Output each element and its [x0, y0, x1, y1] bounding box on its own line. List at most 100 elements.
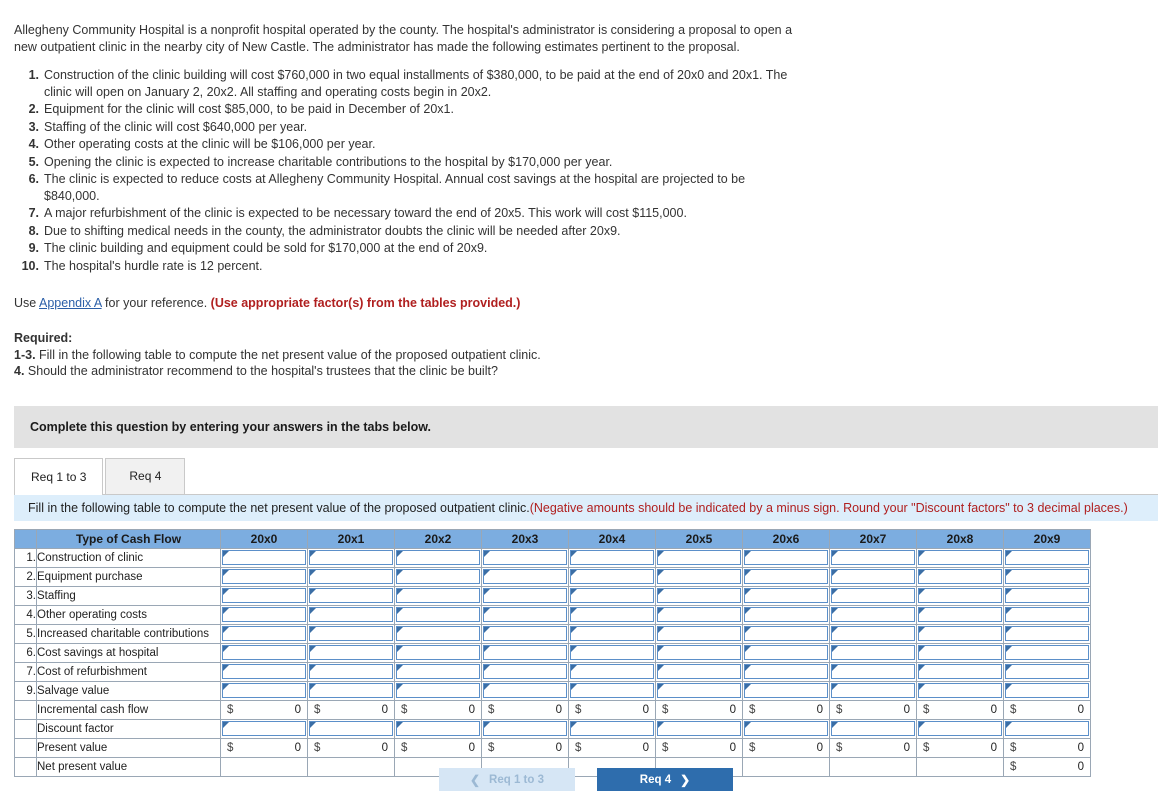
- input-cell[interactable]: [655, 566, 743, 587]
- cell-input[interactable]: [744, 664, 828, 679]
- input-cell[interactable]: [655, 642, 743, 663]
- input-cell[interactable]: [1003, 661, 1091, 682]
- input-cell[interactable]: [655, 585, 743, 606]
- cell-input[interactable]: [222, 721, 306, 736]
- input-cell[interactable]: [1003, 718, 1091, 739]
- cell-input[interactable]: [309, 683, 393, 698]
- input-cell[interactable]: [1003, 680, 1091, 701]
- input-cell[interactable]: [220, 642, 308, 663]
- cell-input[interactable]: [483, 626, 567, 641]
- input-cell[interactable]: [916, 604, 1004, 625]
- cell-input[interactable]: [657, 645, 741, 660]
- cell-input[interactable]: [1005, 721, 1089, 736]
- input-cell[interactable]: [916, 642, 1004, 663]
- input-cell[interactable]: [220, 661, 308, 682]
- cell-input[interactable]: [744, 683, 828, 698]
- input-cell[interactable]: [742, 642, 830, 663]
- cell-input[interactable]: [657, 588, 741, 603]
- cell-input[interactable]: [222, 626, 306, 641]
- input-cell[interactable]: [220, 585, 308, 606]
- cell-input[interactable]: [1005, 569, 1089, 584]
- cell-input[interactable]: [570, 683, 654, 698]
- input-cell[interactable]: [394, 585, 482, 606]
- cell-input[interactable]: [570, 721, 654, 736]
- cell-input[interactable]: [396, 607, 480, 622]
- input-cell[interactable]: [742, 566, 830, 587]
- input-cell[interactable]: [568, 585, 656, 606]
- cell-input[interactable]: [309, 550, 393, 565]
- input-cell[interactable]: [829, 718, 917, 739]
- input-cell[interactable]: [829, 585, 917, 606]
- cell-input[interactable]: [918, 721, 1002, 736]
- cell-input[interactable]: [396, 664, 480, 679]
- cell-input[interactable]: [570, 626, 654, 641]
- cell-input[interactable]: [744, 721, 828, 736]
- input-cell[interactable]: [220, 604, 308, 625]
- cell-input[interactable]: [483, 664, 567, 679]
- input-cell[interactable]: [742, 623, 830, 644]
- cell-input[interactable]: [744, 550, 828, 565]
- cell-input[interactable]: [831, 588, 915, 603]
- cell-input[interactable]: [309, 645, 393, 660]
- input-cell[interactable]: [1003, 566, 1091, 587]
- input-cell[interactable]: [568, 680, 656, 701]
- next-req-4-button[interactable]: Req 4 ❯: [597, 768, 733, 791]
- cell-input[interactable]: [657, 607, 741, 622]
- cell-input[interactable]: [918, 664, 1002, 679]
- cell-input[interactable]: [309, 588, 393, 603]
- input-cell[interactable]: [742, 604, 830, 625]
- input-cell[interactable]: [394, 547, 482, 568]
- input-cell[interactable]: [307, 585, 395, 606]
- input-cell[interactable]: [481, 718, 569, 739]
- input-cell[interactable]: [307, 604, 395, 625]
- cell-input[interactable]: [831, 626, 915, 641]
- cell-input[interactable]: [831, 569, 915, 584]
- cell-input[interactable]: [831, 645, 915, 660]
- cell-input[interactable]: [222, 683, 306, 698]
- cell-input[interactable]: [222, 664, 306, 679]
- cell-input[interactable]: [570, 607, 654, 622]
- cell-input[interactable]: [1005, 645, 1089, 660]
- input-cell[interactable]: [568, 661, 656, 682]
- input-cell[interactable]: [1003, 604, 1091, 625]
- cell-input[interactable]: [570, 645, 654, 660]
- cell-input[interactable]: [918, 626, 1002, 641]
- cell-input[interactable]: [309, 721, 393, 736]
- cell-input[interactable]: [1005, 664, 1089, 679]
- cell-input[interactable]: [222, 569, 306, 584]
- cell-input[interactable]: [657, 683, 741, 698]
- input-cell[interactable]: [220, 547, 308, 568]
- cell-input[interactable]: [309, 607, 393, 622]
- cell-input[interactable]: [222, 607, 306, 622]
- input-cell[interactable]: [1003, 642, 1091, 663]
- input-cell[interactable]: [916, 585, 1004, 606]
- input-cell[interactable]: [220, 680, 308, 701]
- cell-input[interactable]: [918, 607, 1002, 622]
- input-cell[interactable]: [481, 680, 569, 701]
- cell-input[interactable]: [831, 607, 915, 622]
- cell-input[interactable]: [918, 683, 1002, 698]
- tab-req-4[interactable]: Req 4: [105, 457, 186, 494]
- input-cell[interactable]: [394, 718, 482, 739]
- cell-input[interactable]: [1005, 607, 1089, 622]
- cell-input[interactable]: [657, 569, 741, 584]
- cell-input[interactable]: [744, 645, 828, 660]
- cell-input[interactable]: [918, 645, 1002, 660]
- input-cell[interactable]: [568, 566, 656, 587]
- input-cell[interactable]: [916, 566, 1004, 587]
- cell-input[interactable]: [1005, 683, 1089, 698]
- input-cell[interactable]: [568, 547, 656, 568]
- cell-input[interactable]: [744, 569, 828, 584]
- input-cell[interactable]: [916, 680, 1004, 701]
- input-cell[interactable]: [742, 680, 830, 701]
- input-cell[interactable]: [481, 547, 569, 568]
- input-cell[interactable]: [1003, 547, 1091, 568]
- cell-input[interactable]: [570, 664, 654, 679]
- input-cell[interactable]: [1003, 585, 1091, 606]
- input-cell[interactable]: [916, 661, 1004, 682]
- prev-req-1-to-3-button[interactable]: ❮ Req 1 to 3: [439, 768, 575, 791]
- input-cell[interactable]: [307, 642, 395, 663]
- cell-input[interactable]: [657, 550, 741, 565]
- input-cell[interactable]: [394, 661, 482, 682]
- input-cell[interactable]: [829, 680, 917, 701]
